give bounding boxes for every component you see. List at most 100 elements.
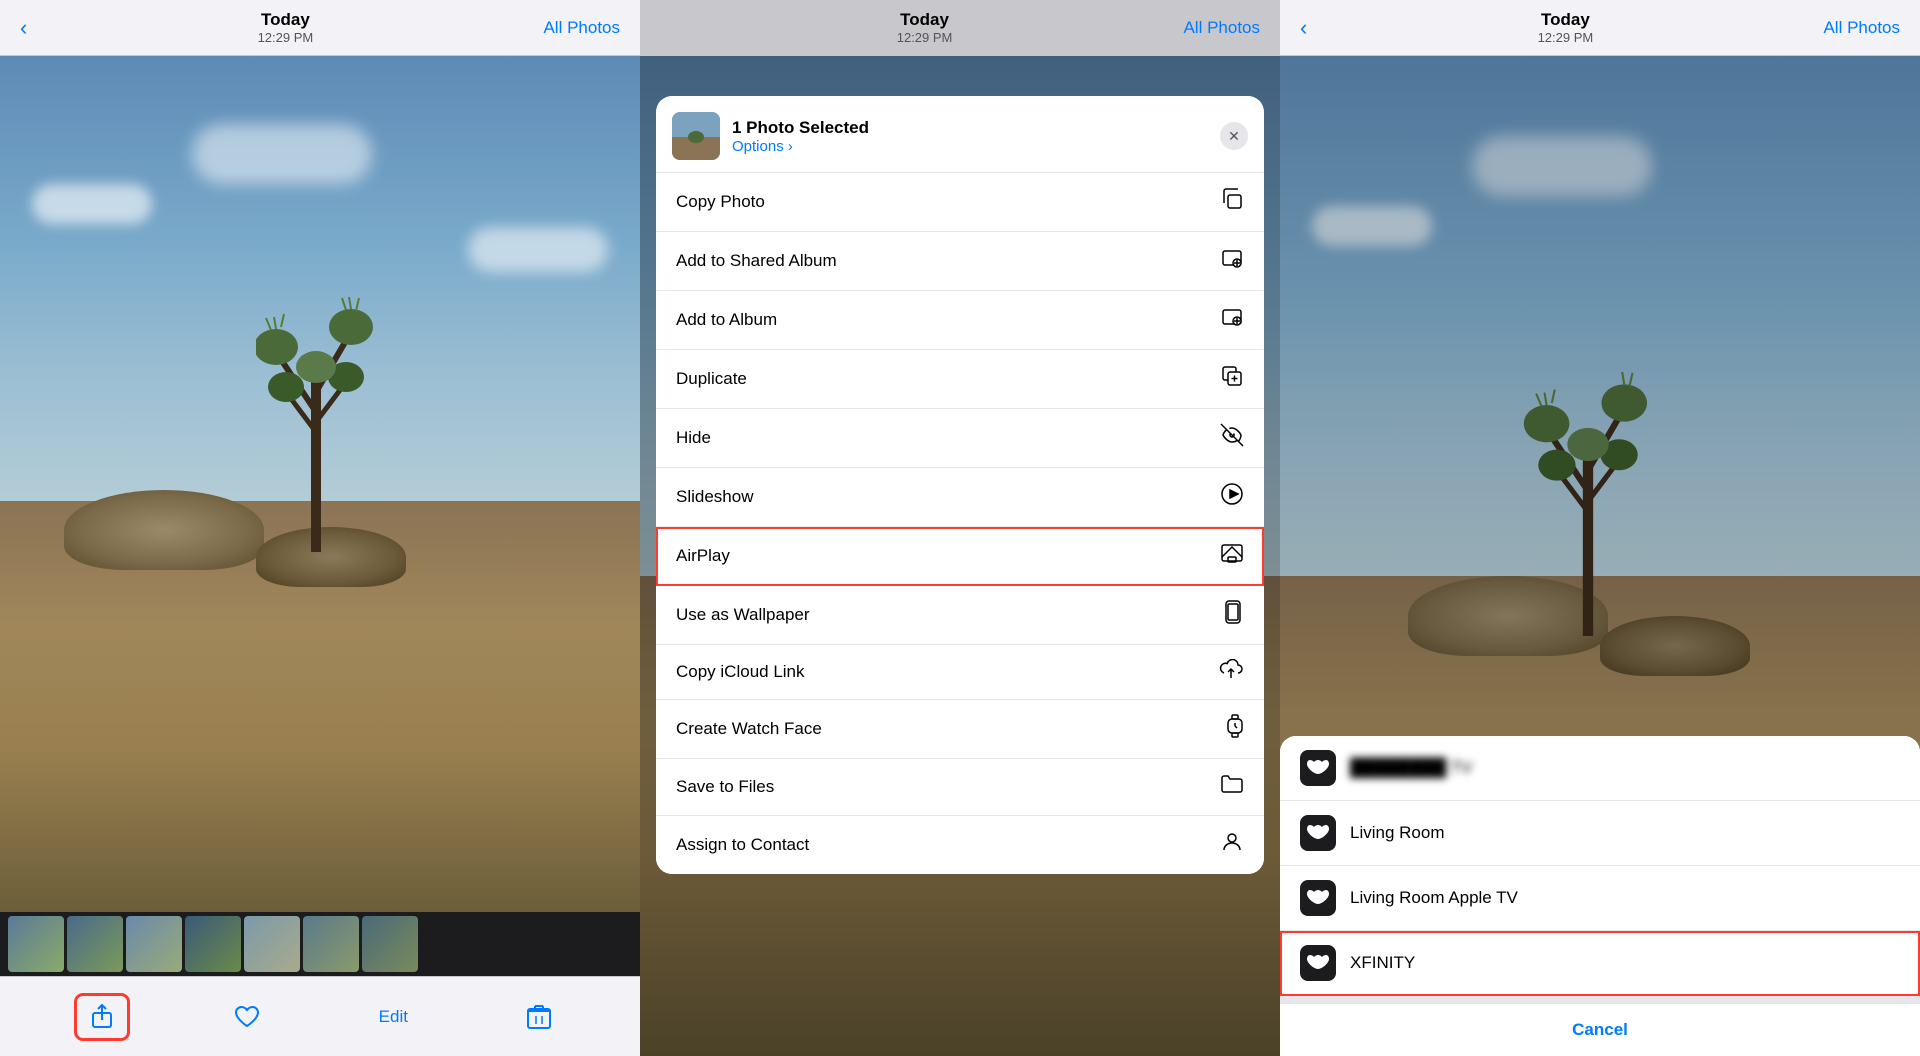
right-nav-bar: ‹ Today 12:29 PM All Photos xyxy=(1280,0,1920,56)
center-photo-area: 1 Photo Selected Options › ✕ Copy Photo xyxy=(640,56,1280,1056)
thumbnail-2[interactable] xyxy=(67,916,123,972)
share-item-shared-album[interactable]: Add to Shared Album xyxy=(656,232,1264,291)
hide-icon xyxy=(1220,423,1244,453)
share-item-airplay[interactable]: AirPlay xyxy=(656,527,1264,586)
share-button[interactable] xyxy=(77,996,127,1038)
center-panel: ‹ Today 12:29 PM All Photos xyxy=(640,0,1280,1056)
left-photo-area xyxy=(0,56,640,912)
airplay-overlay: ████████ TV Living Room xyxy=(1280,56,1920,1056)
right-chevron-icon: ‹ xyxy=(1300,15,1307,41)
center-nav-bar: ‹ Today 12:29 PM All Photos xyxy=(640,0,1280,56)
airplay-label: AirPlay xyxy=(676,546,730,566)
icloud-link-label: Copy iCloud Link xyxy=(676,662,805,682)
share-item-slideshow[interactable]: Slideshow xyxy=(656,468,1264,527)
share-sheet-header: 1 Photo Selected Options › ✕ xyxy=(656,96,1264,173)
airplay-device-2[interactable]: Living Room xyxy=(1280,801,1920,866)
share-title: 1 Photo Selected xyxy=(732,118,1212,138)
cloud-3 xyxy=(468,227,608,272)
airplay-device-3[interactable]: Living Room Apple TV xyxy=(1280,866,1920,931)
copy-photo-icon xyxy=(1220,187,1244,217)
delete-button[interactable] xyxy=(515,996,563,1038)
apple-tv-icon-3 xyxy=(1300,880,1336,916)
rocks-1 xyxy=(64,490,264,570)
left-back-button[interactable]: ‹ xyxy=(20,15,27,41)
left-panel: ‹ Today 12:29 PM All Photos xyxy=(0,0,640,1056)
thumbnail-1[interactable] xyxy=(8,916,64,972)
icloud-link-icon xyxy=(1218,659,1244,685)
share-thumb-preview xyxy=(672,112,720,160)
airplay-device-name-2: Living Room xyxy=(1350,823,1445,843)
thumbnail-3[interactable] xyxy=(126,916,182,972)
assign-contact-label: Assign to Contact xyxy=(676,835,809,855)
left-nav-center: Today 12:29 PM xyxy=(258,10,314,45)
slideshow-icon xyxy=(1220,482,1244,512)
copy-photo-label: Copy Photo xyxy=(676,192,765,212)
right-nav-center: Today 12:29 PM xyxy=(1538,10,1594,45)
right-photo-area: ████████ TV Living Room xyxy=(1280,56,1920,1056)
center-nav-center: Today 12:29 PM xyxy=(897,10,953,45)
edit-button[interactable]: Edit xyxy=(367,999,420,1035)
save-files-label: Save to Files xyxy=(676,777,774,797)
airplay-icon xyxy=(1220,541,1244,571)
thumbnail-4[interactable] xyxy=(185,916,241,972)
left-nav-title: Today xyxy=(261,10,310,30)
share-item-assign-contact[interactable]: Assign to Contact xyxy=(656,816,1264,874)
share-sheet: 1 Photo Selected Options › ✕ Copy Photo xyxy=(656,96,1264,874)
right-panel: ‹ Today 12:29 PM All Photos xyxy=(1280,0,1920,1056)
share-options-button[interactable]: Options › xyxy=(732,138,1212,155)
add-album-icon xyxy=(1220,305,1244,335)
airplay-device-name-4: XFINITY xyxy=(1350,953,1415,973)
share-item-watch-face[interactable]: Create Watch Face xyxy=(656,700,1264,759)
right-nav-title: Today xyxy=(1541,10,1590,30)
cloud-2 xyxy=(192,124,372,184)
share-item-duplicate[interactable]: Duplicate xyxy=(656,350,1264,409)
slideshow-label: Slideshow xyxy=(676,487,754,507)
left-nav-subtitle: 12:29 PM xyxy=(258,30,314,45)
thumbnail-6[interactable] xyxy=(303,916,359,972)
thumbnail-7[interactable] xyxy=(362,916,418,972)
cloud-1 xyxy=(32,184,152,224)
add-album-label: Add to Album xyxy=(676,310,777,330)
left-nav-bar: ‹ Today 12:29 PM All Photos xyxy=(0,0,640,56)
share-close-button[interactable]: ✕ xyxy=(1220,122,1248,150)
left-chevron-icon: ‹ xyxy=(20,15,27,41)
hide-label: Hide xyxy=(676,428,711,448)
share-item-copy-photo[interactable]: Copy Photo xyxy=(656,173,1264,232)
airplay-device-4[interactable]: XFINITY xyxy=(1280,931,1920,996)
watch-face-icon xyxy=(1226,714,1244,744)
share-item-hide[interactable]: Hide xyxy=(656,409,1264,468)
thumbnail-5[interactable] xyxy=(244,916,300,972)
share-item-wallpaper[interactable]: Use as Wallpaper xyxy=(656,586,1264,645)
share-item-add-album[interactable]: Add to Album xyxy=(656,291,1264,350)
bottom-toolbar: Edit xyxy=(0,976,640,1056)
shared-album-icon xyxy=(1220,246,1244,276)
airplay-device-name-3: Living Room Apple TV xyxy=(1350,888,1518,908)
share-item-save-files[interactable]: Save to Files xyxy=(656,759,1264,816)
airplay-device-1[interactable]: ████████ TV xyxy=(1280,736,1920,801)
center-all-photos-button[interactable]: All Photos xyxy=(1183,18,1260,38)
duplicate-icon xyxy=(1220,364,1244,394)
right-all-photos-button[interactable]: All Photos xyxy=(1823,18,1900,38)
airplay-cancel-button[interactable]: Cancel xyxy=(1280,996,1920,1056)
airplay-device-name-1: ████████ TV xyxy=(1350,758,1473,778)
assign-contact-icon xyxy=(1220,830,1244,860)
wallpaper-label: Use as Wallpaper xyxy=(676,605,810,625)
center-nav-title: Today xyxy=(900,10,949,30)
apple-tv-icon-2 xyxy=(1300,815,1336,851)
right-back-button[interactable]: ‹ xyxy=(1300,15,1307,41)
center-nav-subtitle: 12:29 PM xyxy=(897,30,953,45)
watch-face-label: Create Watch Face xyxy=(676,719,822,739)
apple-tv-icon-4 xyxy=(1300,945,1336,981)
joshua-tree xyxy=(256,272,376,552)
like-button[interactable] xyxy=(222,997,272,1037)
left-all-photos-button[interactable]: All Photos xyxy=(543,18,620,38)
share-item-icloud-link[interactable]: Copy iCloud Link xyxy=(656,645,1264,700)
airplay-sheet: ████████ TV Living Room xyxy=(1280,736,1920,1056)
duplicate-label: Duplicate xyxy=(676,369,747,389)
share-items-list: Copy Photo Add to Shared Album xyxy=(656,173,1264,874)
save-files-icon xyxy=(1220,773,1244,801)
thumbnail-strip xyxy=(0,912,640,976)
photo-background xyxy=(0,56,640,912)
share-header-text: 1 Photo Selected Options › xyxy=(732,118,1212,155)
right-nav-subtitle: 12:29 PM xyxy=(1538,30,1594,45)
